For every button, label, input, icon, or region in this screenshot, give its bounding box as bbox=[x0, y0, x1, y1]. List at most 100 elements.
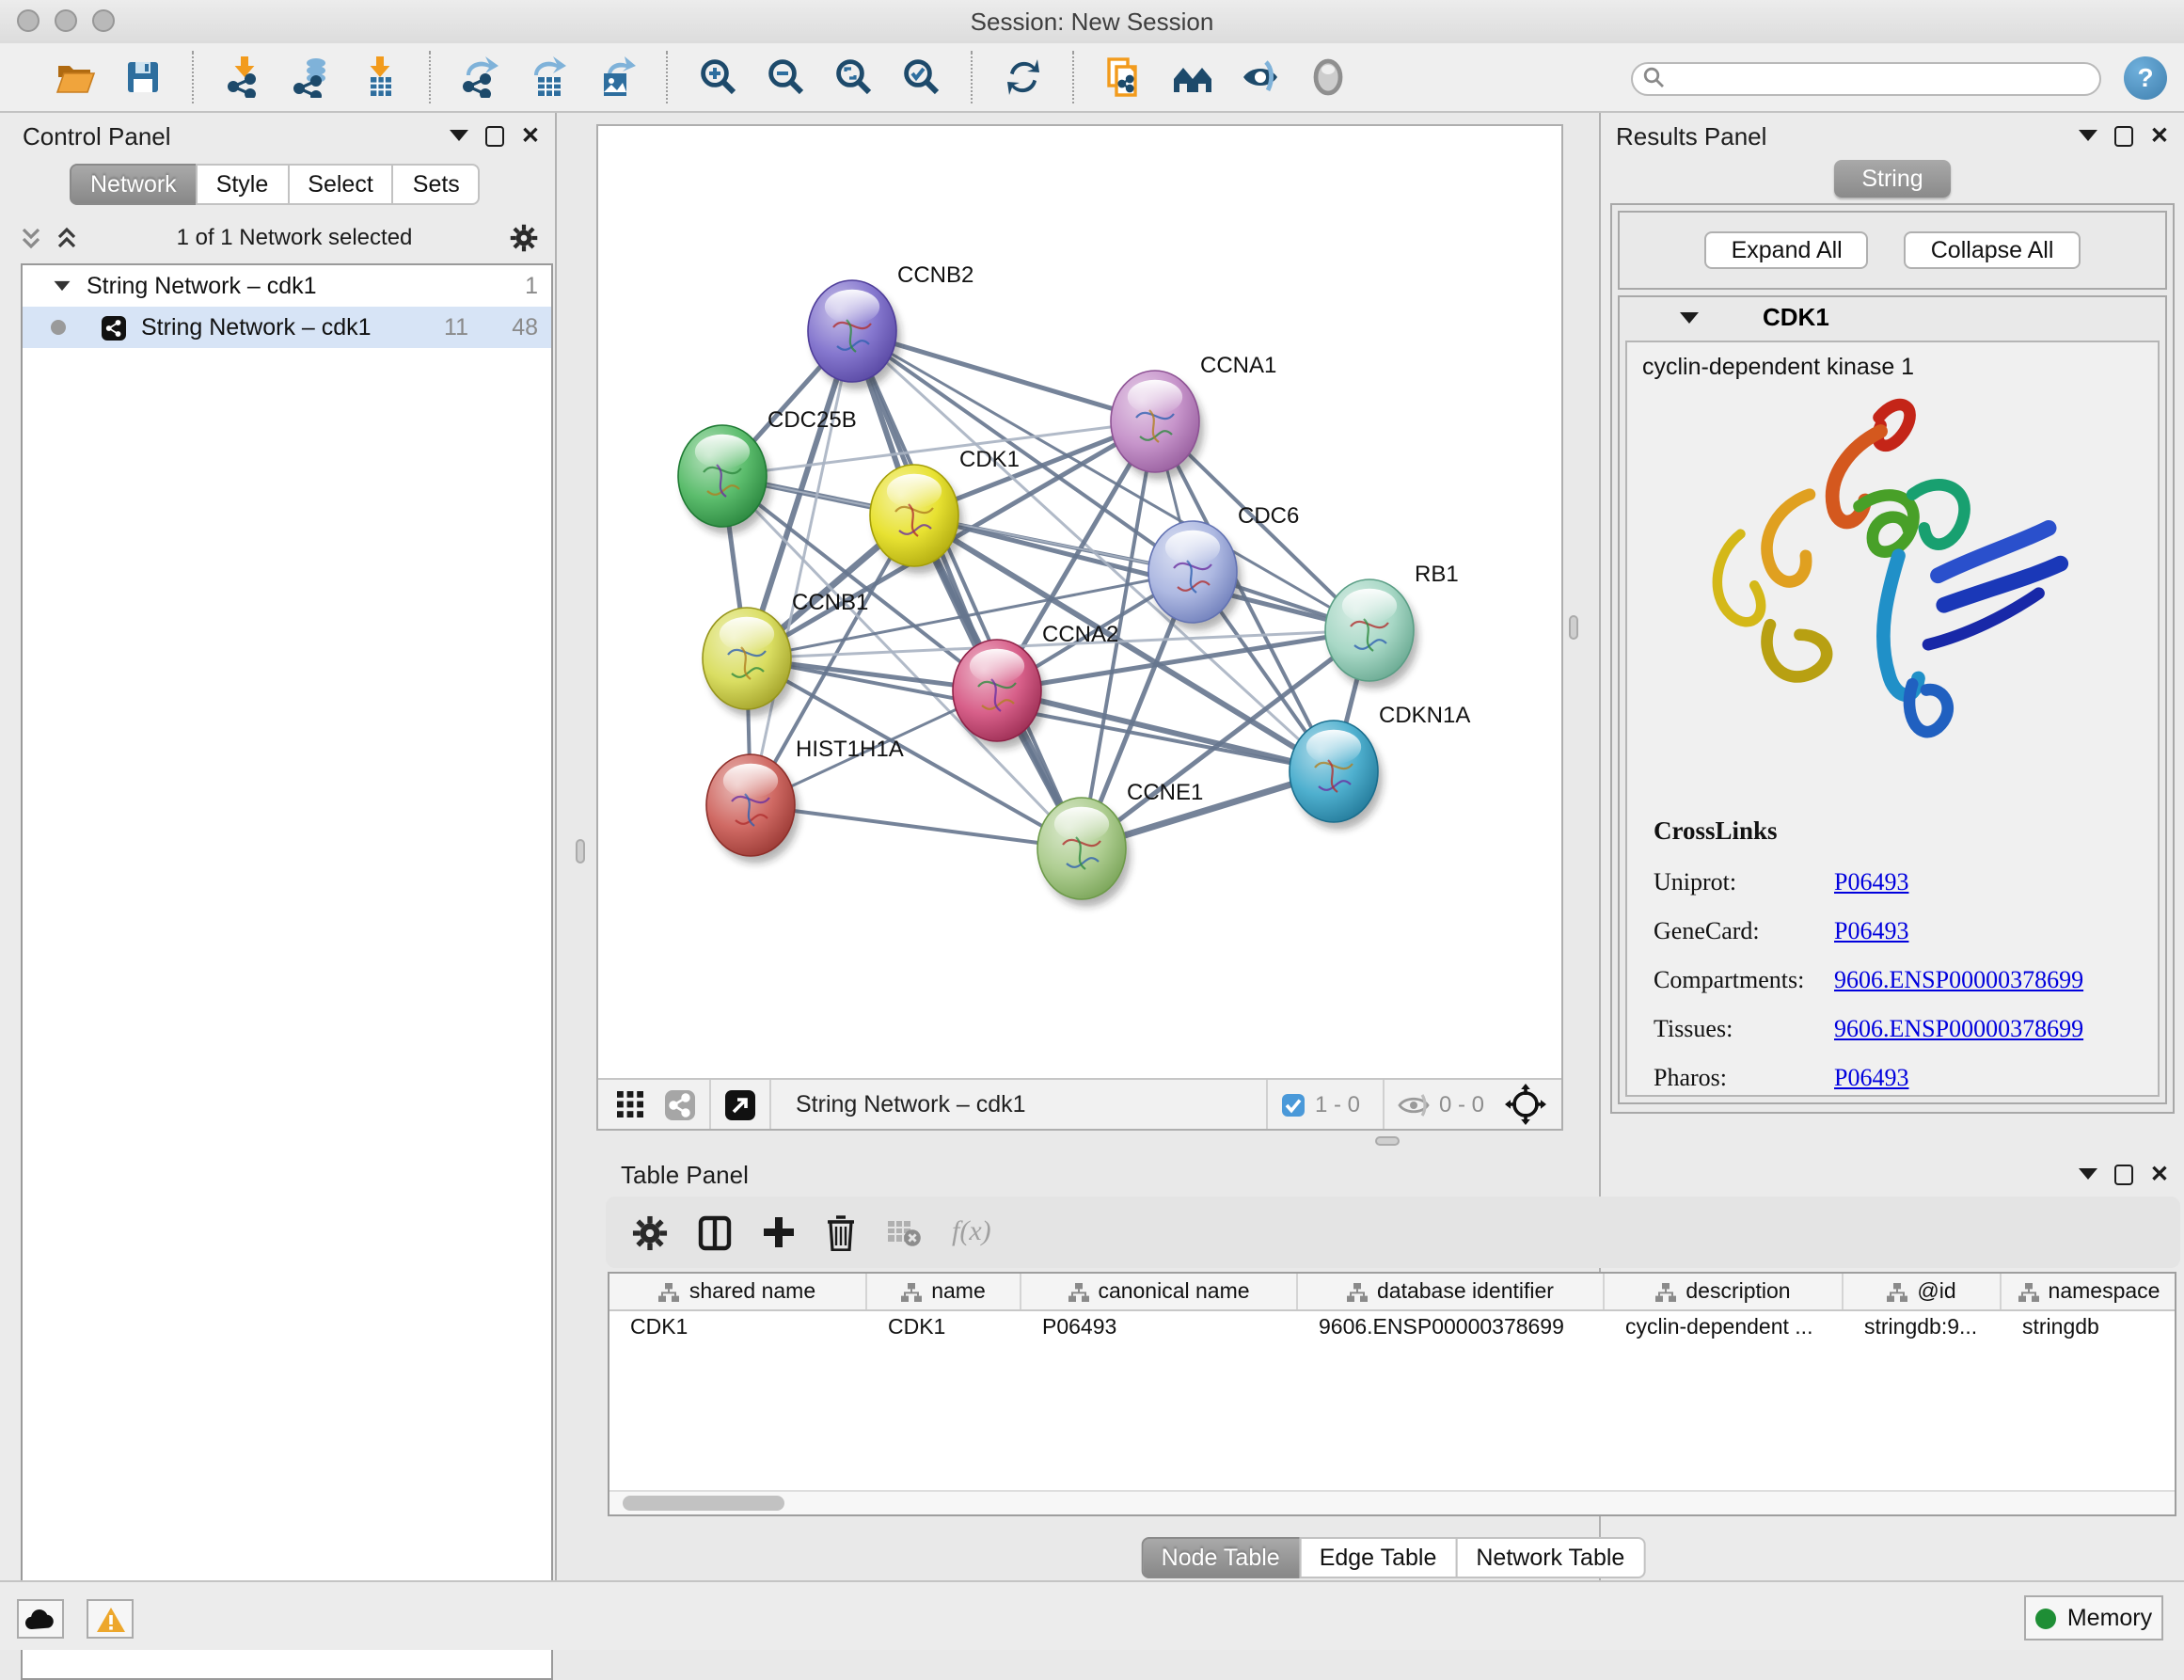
crosslink-link[interactable]: P06493 bbox=[1834, 1054, 1908, 1102]
delete-table-icon[interactable] bbox=[886, 1218, 922, 1246]
zoom-selected-icon[interactable] bbox=[899, 55, 944, 100]
table-tabs: Node Table Edge Table Network Table bbox=[1141, 1537, 1646, 1578]
tab-network-table[interactable]: Network Table bbox=[1455, 1537, 1645, 1578]
float-panel-icon[interactable] bbox=[2114, 125, 2133, 146]
network-canvas[interactable]: CCNB2CCNA1CDC25BCDK1CDC6RB1CCNB1CCNA2CDK… bbox=[598, 126, 1561, 1080]
tab-network[interactable]: Network bbox=[70, 164, 198, 205]
show-all-icon[interactable] bbox=[1306, 55, 1351, 100]
export-table-icon[interactable] bbox=[527, 55, 572, 100]
network-node[interactable]: CDKN1A bbox=[1290, 703, 1470, 830]
network-node[interactable]: CCNB2 bbox=[808, 262, 973, 389]
tab-node-table[interactable]: Node Table bbox=[1141, 1537, 1301, 1578]
float-panel-icon[interactable] bbox=[2114, 1164, 2133, 1184]
add-column-icon[interactable] bbox=[762, 1215, 796, 1249]
table-row[interactable]: CDK1CDK1P064939606.ENSP00000378699cyclin… bbox=[609, 1311, 2175, 1343]
scrollbar-thumb[interactable] bbox=[623, 1496, 784, 1511]
column-header-canonical-name[interactable]: canonical name bbox=[1021, 1274, 1298, 1309]
crosslink-link[interactable]: P06493 bbox=[1834, 907, 1908, 956]
gene-details: cyclin-dependent kinase 1 bbox=[1625, 341, 2160, 1097]
clone-network-icon[interactable] bbox=[1102, 55, 1147, 100]
right-splitter-handle[interactable] bbox=[1569, 615, 1578, 640]
graphics-details-icon[interactable] bbox=[1170, 55, 1215, 100]
collapse-all-icon[interactable] bbox=[19, 225, 43, 249]
network-node[interactable]: CDK1 bbox=[870, 447, 1020, 574]
help-icon[interactable]: ? bbox=[2124, 55, 2167, 99]
node-label: HIST1H1A bbox=[796, 737, 904, 762]
panel-menu-icon[interactable] bbox=[2079, 1168, 2097, 1180]
tab-style[interactable]: Style bbox=[196, 164, 290, 205]
refresh-view-icon[interactable] bbox=[1001, 55, 1046, 100]
tab-sets[interactable]: Sets bbox=[392, 164, 481, 205]
open-in-new-window-icon[interactable] bbox=[724, 1088, 756, 1120]
close-panel-icon[interactable]: ✕ bbox=[2150, 1165, 2169, 1183]
float-panel-icon[interactable] bbox=[485, 125, 504, 146]
crosslinks-title: CrossLinks bbox=[1654, 816, 2083, 847]
gene-collapse-icon[interactable] bbox=[1680, 311, 1699, 323]
search-field bbox=[1631, 60, 2101, 94]
tree-expand-icon[interactable] bbox=[55, 281, 71, 291]
network-edge[interactable] bbox=[751, 805, 1082, 848]
network-node[interactable]: CCNA1 bbox=[1111, 353, 1276, 480]
network-node[interactable]: RB1 bbox=[1325, 562, 1459, 689]
crosslink-link[interactable]: P06493 bbox=[1834, 858, 1908, 907]
save-session-icon[interactable] bbox=[120, 55, 166, 100]
grid-view-icon[interactable] bbox=[615, 1089, 645, 1119]
function-builder-icon[interactable]: f(x) bbox=[952, 1216, 991, 1248]
cloud-status-button[interactable] bbox=[17, 1599, 64, 1639]
warnings-button[interactable] bbox=[87, 1599, 134, 1639]
panel-menu-icon[interactable] bbox=[2079, 130, 2097, 141]
table-cell: CDK1 bbox=[867, 1316, 1021, 1339]
table-settings-gear-icon[interactable] bbox=[632, 1214, 668, 1250]
network-node[interactable]: CDC25B bbox=[678, 407, 857, 534]
crosslink-link[interactable]: 9606.ENSP00000378699 bbox=[1834, 1005, 2083, 1054]
column-header-description[interactable]: description bbox=[1605, 1274, 1844, 1309]
column-header-shared-name[interactable]: shared name bbox=[609, 1274, 867, 1309]
open-session-icon[interactable] bbox=[53, 55, 98, 100]
hidden-eye-icon[interactable] bbox=[1398, 1092, 1430, 1117]
hide-selected-icon[interactable] bbox=[1238, 55, 1283, 100]
export-network-icon[interactable] bbox=[459, 55, 504, 100]
delete-column-icon[interactable] bbox=[826, 1214, 856, 1250]
left-splitter-handle[interactable] bbox=[576, 839, 585, 864]
node-label: CCNB1 bbox=[792, 590, 868, 615]
zoom-fit-icon[interactable] bbox=[831, 55, 877, 100]
column-header--id[interactable]: @id bbox=[1844, 1274, 2002, 1309]
export-image-icon[interactable] bbox=[594, 55, 640, 100]
close-panel-icon[interactable]: ✕ bbox=[521, 126, 540, 145]
tab-edge-table[interactable]: Edge Table bbox=[1299, 1537, 1458, 1578]
network-node[interactable]: CCNE1 bbox=[1037, 780, 1203, 907]
selected-checkbox-icon[interactable] bbox=[1281, 1092, 1306, 1117]
close-panel-icon[interactable]: ✕ bbox=[2150, 126, 2169, 145]
gene-section: CDK1 cyclin-dependent kinase 1 bbox=[1618, 295, 2167, 1104]
bottom-splitter-handle[interactable] bbox=[1375, 1136, 1400, 1146]
tab-string[interactable]: String bbox=[1834, 160, 1951, 198]
network-edge[interactable] bbox=[852, 331, 1082, 848]
import-table-file-icon[interactable] bbox=[357, 55, 403, 100]
memory-button[interactable]: Memory bbox=[2024, 1595, 2163, 1640]
column-header-database-identifier[interactable]: database identifier bbox=[1298, 1274, 1605, 1309]
gear-icon[interactable] bbox=[510, 223, 538, 251]
panel-menu-icon[interactable] bbox=[450, 130, 468, 141]
network-share-icon[interactable] bbox=[664, 1088, 696, 1120]
network-row[interactable]: String Network – cdk1 11 48 bbox=[23, 307, 551, 348]
table-horizontal-scrollbar[interactable] bbox=[609, 1490, 2175, 1514]
network-edge[interactable] bbox=[751, 331, 852, 805]
collapse-all-button[interactable]: Collapse All bbox=[1905, 231, 2081, 269]
import-network-database-icon[interactable] bbox=[290, 55, 335, 100]
crosslink-link[interactable]: 9606.ENSP00000378699 bbox=[1834, 956, 2083, 1005]
tab-select[interactable]: Select bbox=[287, 164, 394, 205]
column-header-namespace[interactable]: namespace bbox=[2002, 1274, 2176, 1309]
import-network-file-icon[interactable] bbox=[222, 55, 267, 100]
search-input[interactable] bbox=[1631, 62, 2101, 96]
network-collection-row[interactable]: String Network – cdk1 1 bbox=[23, 265, 551, 307]
column-header-name[interactable]: name bbox=[867, 1274, 1021, 1309]
network-node[interactable]: HIST1H1A bbox=[706, 737, 904, 864]
node-label: RB1 bbox=[1415, 562, 1459, 587]
network-node[interactable]: CDC6 bbox=[1148, 503, 1299, 630]
show-columns-icon[interactable] bbox=[698, 1214, 732, 1250]
expand-all-button[interactable]: Expand All bbox=[1705, 231, 1869, 269]
birds-eye-view-icon[interactable] bbox=[1505, 1084, 1546, 1125]
zoom-in-icon[interactable] bbox=[696, 55, 741, 100]
expand-all-icon[interactable] bbox=[55, 225, 79, 249]
zoom-out-icon[interactable] bbox=[764, 55, 809, 100]
